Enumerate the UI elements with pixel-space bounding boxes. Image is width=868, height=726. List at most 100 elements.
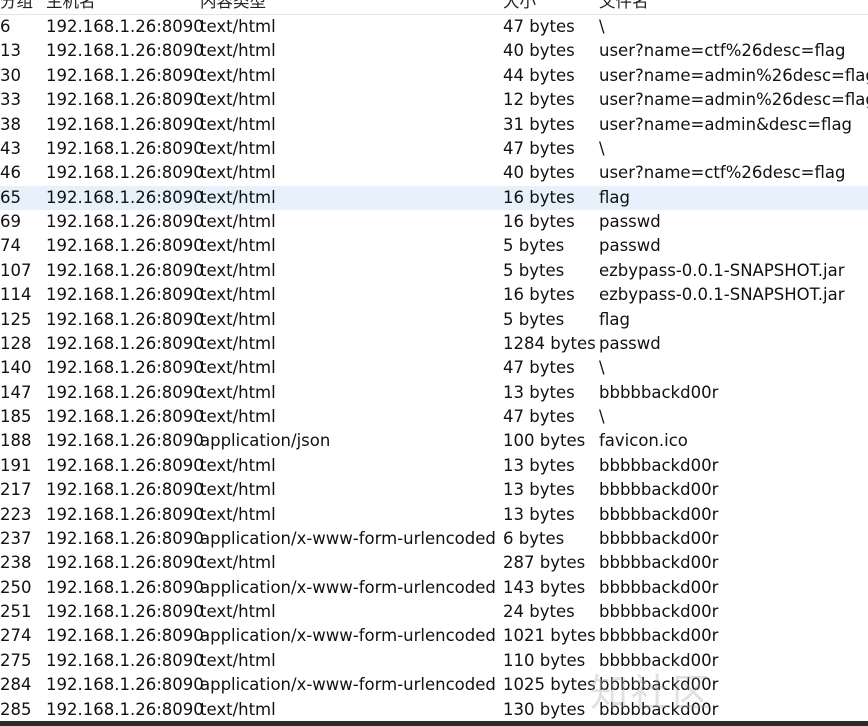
row-host: 192.168.1.26:8090 <box>46 41 204 61</box>
row-id: 238 <box>0 553 32 573</box>
table-row[interactable]: 46 192.168.1.26:8090 text/html 40 bytes user… <box>0 161 868 185</box>
column-header-id[interactable]: 分组 <box>0 0 33 12</box>
table-row[interactable]: 13 192.168.1.26:8090 text/html 40 bytes user… <box>0 39 868 63</box>
row-file: ezbypass-0.0.1-SNAPSHOT.jar <box>599 285 845 305</box>
row-size: 13 bytes <box>503 504 575 524</box>
row-content-type: text/html <box>200 114 276 134</box>
row-size: 6 bytes <box>503 528 565 548</box>
row-size: 287 bytes <box>503 553 586 573</box>
row-file: user?name=ctf%26desc=flag <box>599 41 846 61</box>
row-size: 16 bytes <box>503 212 575 231</box>
column-header-file[interactable]: 文件名 <box>599 0 649 12</box>
row-file: bbbbbackd00r <box>599 455 719 475</box>
row-host: 192.168.1.26:8090 <box>46 285 204 305</box>
table-row[interactable]: 147 192.168.1.26:8090 text/html 13 bytes bbb… <box>0 381 868 405</box>
row-content-type: text/html <box>200 650 276 670</box>
table-row[interactable]: 43 192.168.1.26:8090 text/html 47 bytes \ <box>0 137 868 161</box>
row-host: 192.168.1.26:8090 <box>46 455 204 475</box>
table-row[interactable]: 284 192.168.1.26:8090 application/x-www-fo… <box>0 673 868 697</box>
row-file: bbbbbackd00r <box>599 699 719 719</box>
row-id: 223 <box>0 504 32 524</box>
table-row[interactable]: 274 192.168.1.26:8090 application/x-www-fo… <box>0 624 868 648</box>
table-row[interactable]: 188 192.168.1.26:8090 application/json 100 … <box>0 429 868 453</box>
row-id: 285 <box>0 699 32 719</box>
row-size: 5 bytes <box>503 309 565 329</box>
row-host: 192.168.1.26:8090 <box>46 407 204 426</box>
table-row[interactable]: 74 192.168.1.26:8090 text/html 5 bytes passw… <box>0 234 868 258</box>
table-row[interactable]: 285 192.168.1.26:8090 text/html 130 bytes bb… <box>0 698 868 722</box>
row-file: passwd <box>599 212 661 231</box>
row-host: 192.168.1.26:8090 <box>46 114 204 134</box>
table-row[interactable]: 251 192.168.1.26:8090 text/html 24 bytes bbb… <box>0 600 868 624</box>
table-row[interactable]: 107 192.168.1.26:8090 text/html 5 bytes ezby… <box>0 259 868 283</box>
table-row[interactable]: 69 192.168.1.26:8090 text/html 16 bytes pass… <box>0 210 868 234</box>
row-content-type: text/html <box>200 212 276 231</box>
table-row[interactable]: 250 192.168.1.26:8090 application/x-www-fo… <box>0 576 868 600</box>
row-id: 43 <box>0 138 21 158</box>
row-id: 250 <box>0 577 32 597</box>
row-id: 30 <box>0 65 21 85</box>
row-content-type: text/html <box>200 553 276 573</box>
table-row[interactable]: 191 192.168.1.26:8090 text/html 13 bytes bbb… <box>0 454 868 478</box>
row-size: 100 bytes <box>503 431 586 451</box>
row-host: 192.168.1.26:8090 <box>46 236 204 256</box>
table-row[interactable]: 223 192.168.1.26:8090 text/html 13 bytes bbb… <box>0 503 868 527</box>
row-file: user?name=ctf%26desc=flag <box>599 163 846 183</box>
row-file: ezbypass-0.0.1-SNAPSHOT.jar <box>599 260 845 280</box>
table-row[interactable]: 275 192.168.1.26:8090 text/html 110 bytes bb… <box>0 649 868 673</box>
row-size: 12 bytes <box>503 90 575 110</box>
column-header-size[interactable]: 大小 <box>503 0 536 12</box>
row-host: 192.168.1.26:8090 <box>46 577 204 597</box>
row-host: 192.168.1.26:8090 <box>46 65 204 85</box>
column-header-content-type[interactable]: 内容类型 <box>200 0 266 12</box>
row-file: \ <box>599 138 605 158</box>
row-content-type: text/html <box>200 41 276 61</box>
row-host: 192.168.1.26:8090 <box>46 90 204 110</box>
row-size: 13 bytes <box>503 455 575 475</box>
row-id: 128 <box>0 333 32 353</box>
table-row[interactable]: 33 192.168.1.26:8090 text/html 12 bytes user… <box>0 88 868 112</box>
row-size: 1284 bytes <box>503 333 596 353</box>
row-id: 6 <box>0 17 11 36</box>
table-row-selected[interactable]: 65 192.168.1.26:8090 text/html 16 bytes flag <box>0 185 868 210</box>
row-file: flag <box>599 187 630 207</box>
row-size: 31 bytes <box>503 114 575 134</box>
table-row[interactable]: 238 192.168.1.26:8090 text/html 287 bytes bb… <box>0 551 868 575</box>
row-id: 38 <box>0 114 21 134</box>
row-content-type: text/html <box>200 309 276 329</box>
row-content-type: text/html <box>200 187 276 207</box>
table-row[interactable]: 30 192.168.1.26:8090 text/html 44 bytes user… <box>0 64 868 88</box>
table-row[interactable]: 6 192.168.1.26:8090 text/html 47 bytes \ <box>0 15 868 39</box>
table-row[interactable]: 125 192.168.1.26:8090 text/html 5 bytes flag <box>0 308 868 332</box>
row-file: \ <box>599 407 605 426</box>
row-id: 13 <box>0 41 21 61</box>
table-row[interactable]: 114 192.168.1.26:8090 text/html 16 bytes ezb… <box>0 283 868 307</box>
table-row[interactable]: 128 192.168.1.26:8090 text/html 1284 bytes p… <box>0 332 868 356</box>
row-file: \ <box>599 17 605 36</box>
table-row[interactable]: 217 192.168.1.26:8090 text/html 13 bytes bbb… <box>0 478 868 502</box>
row-host: 192.168.1.26:8090 <box>46 650 204 670</box>
row-size: 44 bytes <box>503 65 575 85</box>
row-id: 284 <box>0 675 32 695</box>
row-content-type: application/x-www-form-urlencoded <box>200 675 496 695</box>
table-row[interactable]: 237 192.168.1.26:8090 application/x-www-fo… <box>0 527 868 551</box>
row-size: 16 bytes <box>503 285 575 305</box>
row-content-type: text/html <box>200 260 276 280</box>
row-size: 47 bytes <box>503 407 575 426</box>
row-content-type: text/html <box>200 504 276 524</box>
table-row[interactable]: 140 192.168.1.26:8090 text/html 47 bytes \ <box>0 356 868 380</box>
row-file: bbbbbackd00r <box>599 675 719 695</box>
row-id: 140 <box>0 358 32 378</box>
column-header-host[interactable]: 主机名 <box>46 0 96 12</box>
row-content-type: text/html <box>200 407 276 426</box>
row-host: 192.168.1.26:8090 <box>46 309 204 329</box>
row-file: bbbbbackd00r <box>599 480 719 500</box>
row-id: 217 <box>0 480 32 500</box>
bottom-bar <box>0 721 868 726</box>
row-file: bbbbbackd00r <box>599 626 719 646</box>
row-content-type: text/html <box>200 65 276 85</box>
row-size: 143 bytes <box>503 577 586 597</box>
row-content-type: text/html <box>200 163 276 183</box>
table-row[interactable]: 185 192.168.1.26:8090 text/html 47 bytes \ <box>0 405 868 429</box>
table-row[interactable]: 38 192.168.1.26:8090 text/html 31 bytes user… <box>0 113 868 137</box>
